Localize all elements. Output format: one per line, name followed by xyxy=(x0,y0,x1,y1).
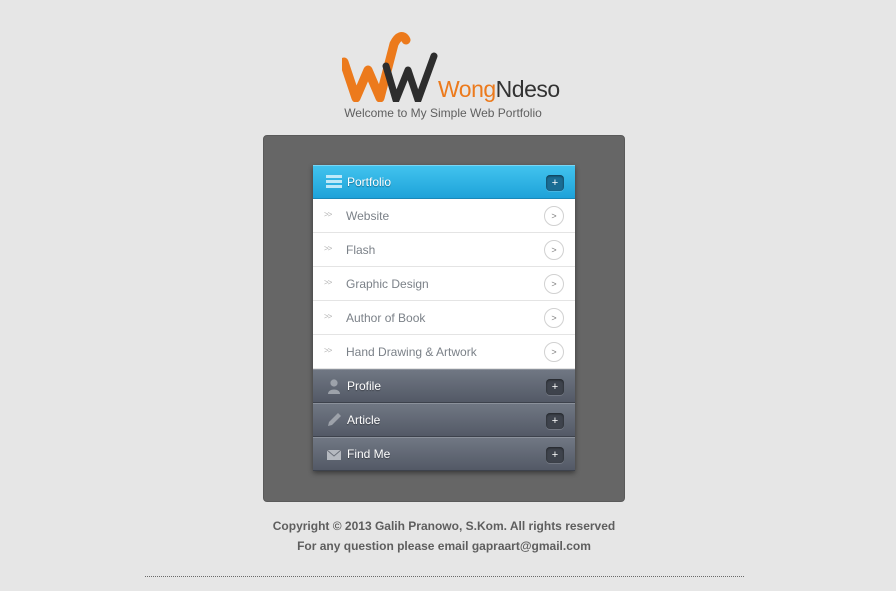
expand-button[interactable]: + xyxy=(546,175,564,191)
go-arrow-button[interactable]: > xyxy=(544,240,564,260)
expand-button[interactable]: + xyxy=(546,447,564,463)
contact-text: For any question please email gapraart@g… xyxy=(297,539,591,553)
accordion-menu: Portfolio + >> Website > >> Flash > >> G… xyxy=(313,165,575,471)
menu-section-article[interactable]: Article + xyxy=(313,403,575,437)
tagline: Welcome to My Simple Web Portfolio xyxy=(344,106,542,120)
footer-divider xyxy=(145,576,744,577)
menu-section-label: Portfolio xyxy=(347,175,392,189)
submenu-item-graphic-design[interactable]: >> Graphic Design > xyxy=(313,267,575,301)
go-arrow-button[interactable]: > xyxy=(544,342,564,362)
submenu-item-label: Graphic Design xyxy=(346,277,429,291)
menu-section-find-me[interactable]: Find Me + xyxy=(313,437,575,471)
logo: WongNdeso xyxy=(342,30,560,102)
chevron-double-icon: >> xyxy=(324,210,332,219)
submenu-item-label: Author of Book xyxy=(346,311,426,325)
copyright-text: Copyright © 2013 Galih Pranowo, S.Kom. A… xyxy=(272,519,616,533)
submenu-item-label: Website xyxy=(346,209,390,223)
list-icon xyxy=(326,175,342,188)
submenu-item-label: Hand Drawing & Artwork xyxy=(346,345,477,359)
go-arrow-button[interactable]: > xyxy=(544,206,564,226)
submenu-item-flash[interactable]: >> Flash > xyxy=(313,233,575,267)
pencil-icon xyxy=(328,413,341,426)
expand-button[interactable]: + xyxy=(546,413,564,429)
menu-section-label: Profile xyxy=(347,379,382,393)
chevron-double-icon: >> xyxy=(324,244,332,253)
menu-section-profile[interactable]: Profile + xyxy=(313,369,575,403)
expand-button[interactable]: + xyxy=(546,379,564,395)
logo-mark-icon xyxy=(342,32,438,102)
menu-section-label: Article xyxy=(347,413,381,427)
logo-text-ndeso: Ndeso xyxy=(495,76,560,102)
logo-wordmark: WongNdeso xyxy=(438,78,560,101)
user-icon xyxy=(328,379,340,394)
go-arrow-button[interactable]: > xyxy=(544,308,564,328)
chevron-double-icon: >> xyxy=(324,312,332,321)
chevron-double-icon: >> xyxy=(324,278,332,287)
menu-section-label: Find Me xyxy=(347,447,391,461)
submenu-item-hand-drawing[interactable]: >> Hand Drawing & Artwork > xyxy=(313,335,575,369)
logo-text-wong: Wong xyxy=(438,76,496,102)
menu-section-portfolio[interactable]: Portfolio + xyxy=(313,165,575,199)
chevron-double-icon: >> xyxy=(324,346,332,355)
submenu-item-label: Flash xyxy=(346,243,376,257)
mail-icon xyxy=(326,449,342,460)
submenu-item-website[interactable]: >> Website > xyxy=(313,199,575,233)
submenu-item-author-of-book[interactable]: >> Author of Book > xyxy=(313,301,575,335)
go-arrow-button[interactable]: > xyxy=(544,274,564,294)
